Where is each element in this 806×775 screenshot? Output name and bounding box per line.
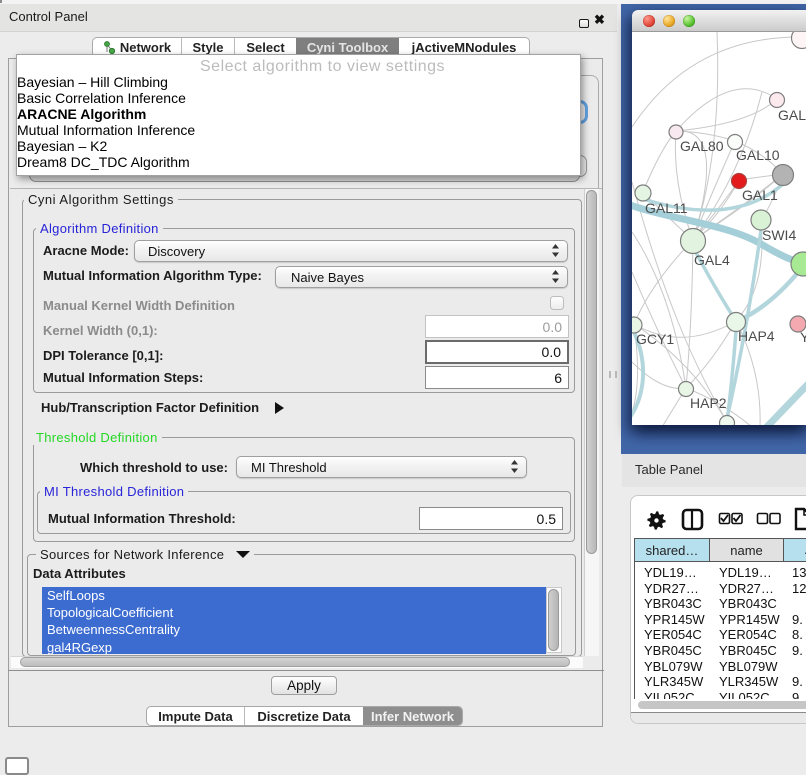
svg-text:GAL11: GAL11	[645, 200, 688, 216]
svg-text:GCY1: GCY1	[636, 331, 674, 347]
svg-text:SWI4: SWI4	[762, 227, 796, 243]
svg-text:GAL80: GAL80	[680, 138, 724, 154]
svg-text:GAL7: GAL7	[778, 107, 806, 123]
svg-text:GAL1: GAL1	[742, 187, 778, 203]
svg-text:HAP4: HAP4	[738, 328, 775, 344]
svg-text:GAL4: GAL4	[694, 252, 730, 268]
svg-text:HAP2: HAP2	[690, 395, 727, 411]
svg-text:GAL10: GAL10	[736, 147, 780, 163]
svg-text:Y: Y	[800, 329, 806, 345]
